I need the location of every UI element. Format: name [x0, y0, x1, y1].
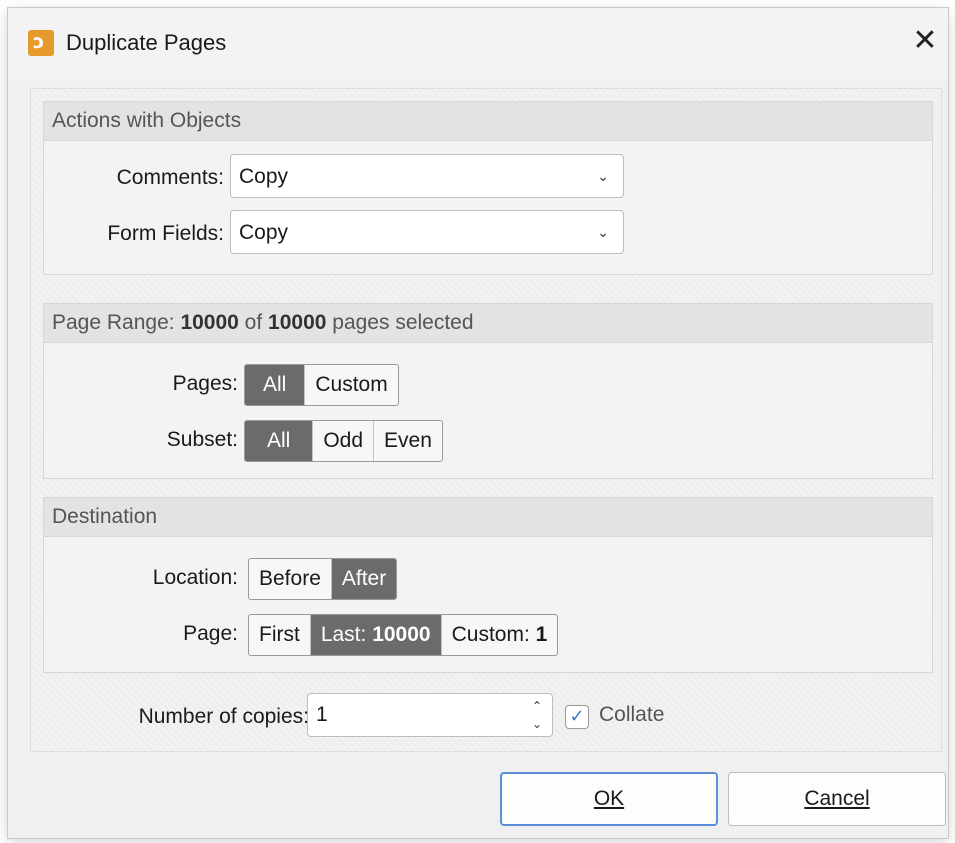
form-fields-label: Form Fields:: [107, 222, 224, 245]
pages-custom-option[interactable]: Custom: [305, 365, 397, 405]
page-range-header: Page Range: 10000 of 10000 pages selecte…: [44, 304, 932, 343]
comments-value: Copy: [239, 165, 289, 188]
location-after-option[interactable]: After: [331, 559, 397, 599]
form-fields-value: Copy: [239, 221, 289, 244]
total-count: 10000: [268, 311, 327, 334]
location-label: Location:: [152, 566, 238, 589]
comments-label: Comments:: [116, 166, 224, 189]
spinner-arrows-icon[interactable]: ⌃ ⌄: [530, 697, 544, 733]
pages-segmented-control: All Custom: [244, 364, 399, 406]
ok-button[interactable]: OK: [500, 772, 718, 826]
chevron-down-icon: ⌄: [597, 169, 609, 185]
destination-group: Destination Location: Before After Page:…: [43, 497, 933, 673]
pages-all-option[interactable]: All: [245, 365, 306, 405]
page-first-option[interactable]: First: [249, 615, 311, 655]
location-segmented-control: Before After: [248, 558, 398, 600]
actions-with-objects-group: Actions with Objects Comments: Copy ⌄ Fo…: [43, 101, 933, 275]
location-before-option[interactable]: Before: [249, 559, 332, 599]
copies-label: Number of copies:: [138, 705, 309, 728]
page-label: Page:: [183, 622, 238, 645]
dialog-title: Duplicate Pages: [66, 30, 227, 55]
page-segmented-control: First Last: 10000 Custom: 1: [248, 614, 559, 656]
copies-spinbox[interactable]: 1 ⌃ ⌄: [307, 693, 553, 737]
collate-label: Collate: [599, 703, 665, 726]
dialog-body: Actions with Objects Comments: Copy ⌄ Fo…: [30, 88, 942, 752]
cancel-button[interactable]: Cancel: [728, 772, 946, 826]
subset-odd-option[interactable]: Odd: [313, 421, 375, 461]
dialog-footer: OK Cancel: [8, 758, 948, 838]
selected-count: 10000: [180, 311, 239, 334]
page-custom-option[interactable]: Custom: 1: [442, 615, 558, 655]
subset-all-option[interactable]: All: [245, 421, 314, 461]
subset-label: Subset:: [166, 428, 238, 451]
duplicate-pages-dialog: ↄ Duplicate Pages ✕ Actions with Objects…: [8, 8, 948, 838]
close-icon[interactable]: ✕: [910, 26, 940, 56]
copies-value: 1: [316, 703, 328, 726]
actions-group-header: Actions with Objects: [44, 102, 932, 141]
app-logo-icon: ↄ: [28, 30, 54, 56]
comments-dropdown[interactable]: Copy ⌄: [230, 154, 624, 198]
title-bar: ↄ Duplicate Pages ✕: [8, 8, 948, 80]
chevron-down-icon: ⌄: [597, 225, 609, 241]
page-last-option[interactable]: Last: 10000: [310, 615, 442, 655]
subset-segmented-control: All Odd Even: [244, 420, 443, 462]
collate-checkbox[interactable]: ✓: [565, 705, 589, 729]
subset-even-option[interactable]: Even: [374, 421, 442, 461]
destination-header: Destination: [44, 498, 932, 537]
form-fields-dropdown[interactable]: Copy ⌄: [230, 210, 624, 254]
page-range-group: Page Range: 10000 of 10000 pages selecte…: [43, 303, 933, 479]
pages-label: Pages:: [172, 372, 238, 395]
